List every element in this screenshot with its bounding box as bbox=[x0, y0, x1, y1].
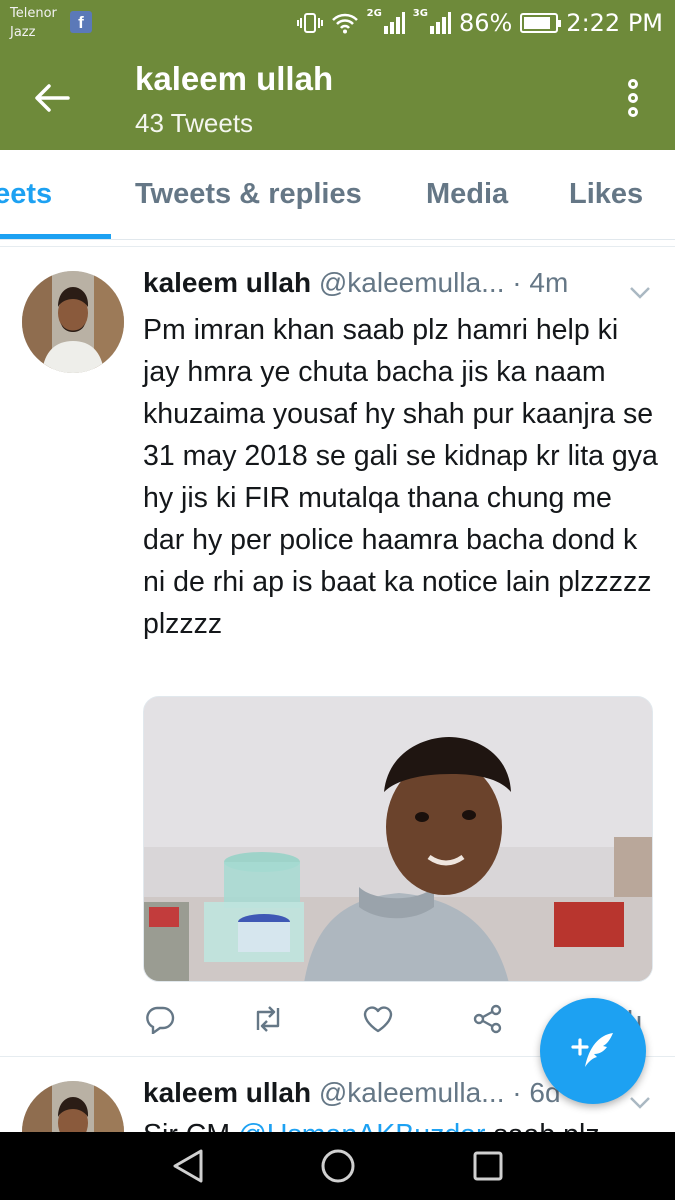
system-navigation-bar bbox=[0, 1132, 675, 1200]
photo-of-child bbox=[144, 697, 652, 981]
more-vertical-icon-dot bbox=[628, 107, 638, 117]
avatar-image bbox=[22, 271, 124, 373]
tweet-header: kaleem ullah @kaleemulla... · 4m bbox=[143, 267, 663, 303]
battery-icon bbox=[520, 13, 562, 33]
nav-recents-button[interactable] bbox=[468, 1146, 508, 1186]
tweet-text-prefix: Sir CM bbox=[143, 1119, 238, 1132]
tweet-text: Sir CM @UsmanAKBuzdar saab plz bbox=[143, 1119, 600, 1132]
profile-name: kaleem ullah bbox=[135, 60, 334, 97]
tweet-menu-button[interactable] bbox=[629, 1085, 651, 1117]
like-button[interactable] bbox=[361, 1002, 395, 1036]
compose-tweet-icon bbox=[571, 1033, 613, 1067]
profile-tabs: Tweets Tweets & replies Media Likes bbox=[0, 150, 675, 240]
tweet-card[interactable]: kaleem ullah @kaleemulla... · 4m Pm imra… bbox=[0, 246, 675, 1056]
heart-icon bbox=[363, 1006, 393, 1033]
tab-media[interactable]: Media bbox=[426, 178, 508, 211]
compose-tweet-button[interactable] bbox=[540, 998, 646, 1104]
more-vertical-icon-dot bbox=[628, 93, 638, 103]
wifi-icon bbox=[331, 12, 359, 34]
tab-likes[interactable]: Likes bbox=[569, 178, 643, 211]
chevron-down-icon bbox=[630, 287, 650, 299]
avatar[interactable] bbox=[22, 1081, 124, 1132]
battery-level bbox=[524, 17, 551, 29]
signal-2g-icon: 2G bbox=[367, 8, 405, 34]
avatar[interactable] bbox=[22, 271, 124, 373]
chevron-down-icon bbox=[630, 1097, 650, 1109]
retweet-button[interactable] bbox=[251, 1002, 285, 1036]
share-icon bbox=[473, 1004, 502, 1034]
share-button[interactable] bbox=[471, 1002, 505, 1036]
tweet-handle[interactable]: @kaleemulla... bbox=[319, 1077, 505, 1108]
system-indicators: 2G 3G 86% 2:22 PM bbox=[296, 7, 663, 39]
tweet-media-image[interactable] bbox=[143, 696, 653, 982]
tweet-author[interactable]: kaleem ullah bbox=[143, 1077, 311, 1108]
profile-app-bar: kaleem ullah 43 Tweets bbox=[0, 46, 675, 150]
signal-3g-icon: 3G bbox=[413, 8, 451, 34]
circle-home-icon bbox=[321, 1149, 355, 1183]
more-vertical-icon-dot bbox=[628, 79, 638, 89]
tab-tweets[interactable]: Tweets bbox=[0, 178, 52, 211]
square-recents-icon bbox=[473, 1151, 503, 1181]
tweet-author[interactable]: kaleem ullah bbox=[143, 267, 311, 298]
active-tab-indicator bbox=[0, 234, 111, 239]
carrier-primary: Telenor bbox=[10, 6, 57, 21]
triangle-back-icon bbox=[173, 1149, 203, 1183]
network-type-2g: 2G bbox=[366, 7, 382, 19]
carrier-info: Telenor Jazz bbox=[10, 4, 57, 42]
arrow-left-icon bbox=[35, 84, 70, 112]
tweet-timestamp: · 4m bbox=[512, 267, 569, 298]
tweet-handle[interactable]: @kaleemulla... bbox=[319, 267, 505, 298]
tweet-count: 43 Tweets bbox=[135, 108, 254, 138]
tab-tweets-and-replies[interactable]: Tweets & replies bbox=[135, 178, 362, 211]
vibrate-icon bbox=[296, 11, 323, 35]
mention-link[interactable]: @UsmanAKBuzdar bbox=[238, 1119, 486, 1132]
reply-button[interactable] bbox=[143, 1002, 177, 1036]
facebook-notification-icon: f bbox=[70, 11, 92, 33]
retweet-icon bbox=[256, 1006, 280, 1032]
more-options-button[interactable] bbox=[621, 76, 645, 120]
tweet-text: Pm imran khan saab plz hamri help ki jay… bbox=[143, 314, 658, 640]
network-type-3g: 3G bbox=[412, 7, 428, 19]
tweet-menu-button[interactable] bbox=[629, 275, 651, 307]
reply-icon bbox=[146, 1006, 175, 1034]
avatar-image bbox=[22, 1081, 124, 1132]
tweet-text-suffix: saab plz bbox=[486, 1119, 599, 1132]
carrier-secondary: Jazz bbox=[10, 25, 36, 40]
nav-home-button[interactable] bbox=[318, 1146, 358, 1186]
nav-back-button[interactable] bbox=[168, 1146, 208, 1186]
battery-percent: 86% bbox=[458, 9, 513, 37]
back-button[interactable] bbox=[30, 78, 74, 118]
clock: 2:22 PM bbox=[566, 9, 663, 37]
status-bar: Telenor Jazz f 2G 3G 86% 2:22 PM bbox=[0, 0, 675, 46]
